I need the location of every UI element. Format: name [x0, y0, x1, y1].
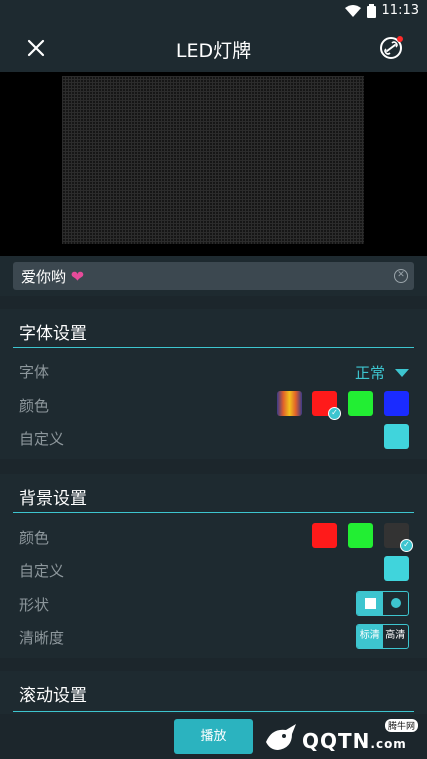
background-color-green-swatch[interactable]	[348, 523, 373, 548]
led-text-value: 爱你哟 ❤	[21, 266, 84, 287]
play-button[interactable]: 播放	[174, 719, 253, 754]
clear-icon[interactable]: ✕	[394, 269, 408, 283]
background-color-red-swatch[interactable]	[312, 523, 337, 548]
battery-icon	[366, 3, 376, 18]
led-dot-matrix	[62, 76, 364, 244]
font-color-blue-swatch[interactable]	[384, 391, 409, 416]
background-settings-title: 背景设置	[19, 489, 87, 509]
background-color-label: 颜色	[19, 529, 50, 547]
font-dropdown[interactable]: 正常	[355, 362, 409, 383]
chevron-down-icon	[395, 368, 409, 377]
font-color-label: 颜色	[19, 397, 50, 415]
led-preview	[0, 72, 427, 256]
font-custom-label: 自定义	[19, 430, 65, 448]
circle-icon	[390, 598, 401, 608]
watermark-brand: QQTN.com	[302, 729, 407, 753]
heart-emoji: ❤	[70, 267, 85, 286]
checkmark-icon: ✓	[328, 407, 341, 420]
divider	[13, 512, 414, 513]
divider	[13, 347, 414, 348]
clarity-standard-option[interactable]: 标清	[357, 625, 383, 648]
bottom-bar: 播放 QQTN.com 腾牛网	[0, 714, 427, 759]
font-label: 字体	[19, 363, 50, 381]
divider	[13, 711, 414, 712]
background-custom-color-swatch[interactable]	[384, 556, 409, 581]
shape-circle-option[interactable]	[383, 592, 409, 615]
font-color-gradient-swatch[interactable]	[277, 391, 302, 416]
font-color-green-swatch[interactable]	[348, 391, 373, 416]
font-color-red-swatch[interactable]: ✓	[312, 391, 341, 420]
share-link-icon[interactable]	[377, 34, 405, 62]
clarity-toggle: 标清 高清	[356, 624, 409, 649]
app-bar: LED灯牌	[0, 24, 427, 72]
checkmark-icon: ✓	[400, 539, 413, 552]
scroll-settings-title: 滚动设置	[19, 686, 87, 706]
led-text: 爱你哟	[21, 268, 67, 286]
shape-label: 形状	[19, 596, 50, 614]
status-time: 11:13	[381, 3, 419, 18]
shape-square-option[interactable]	[357, 592, 383, 615]
text-input-row: 爱你哟 ❤ ✕	[0, 256, 427, 296]
clarity-hd-option[interactable]: 高清	[383, 625, 409, 648]
page-title: LED灯牌	[175, 40, 252, 62]
background-color-dark-swatch[interactable]: ✓	[384, 523, 413, 552]
shape-toggle	[356, 591, 409, 616]
square-icon	[365, 598, 376, 609]
font-settings-section: 字体设置	[0, 309, 427, 459]
wifi-icon	[344, 4, 361, 17]
scroll-settings-section: 滚动设置	[0, 671, 427, 714]
background-custom-label: 自定义	[19, 562, 65, 580]
led-text-input[interactable]: 爱你哟 ❤ ✕	[13, 262, 414, 290]
clarity-label: 清晰度	[19, 629, 65, 647]
watermark-logo: QQTN.com 腾牛网	[262, 718, 422, 756]
watermark-tag: 腾牛网	[384, 719, 418, 732]
status-bar: 11:13	[0, 0, 427, 24]
bird-logo-icon	[266, 724, 296, 750]
font-settings-title: 字体设置	[19, 324, 87, 344]
font-custom-color-swatch[interactable]	[384, 424, 409, 449]
font-value: 正常	[354, 364, 385, 382]
